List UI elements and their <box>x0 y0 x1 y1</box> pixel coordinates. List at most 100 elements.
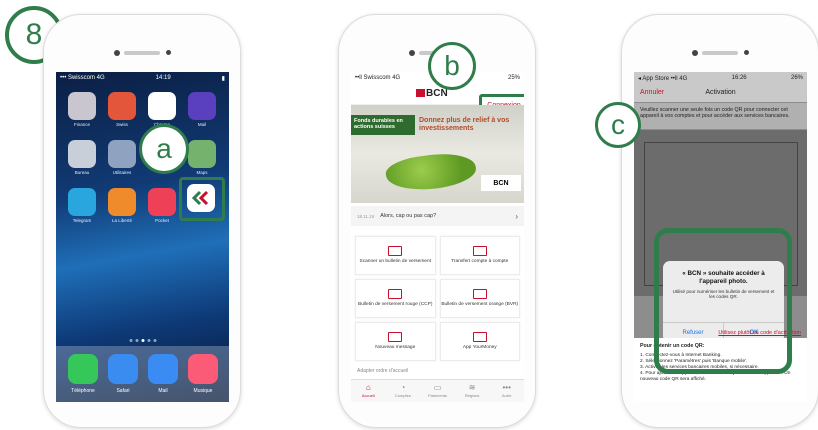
tab-comptes[interactable]: ◔ Comptes <box>386 380 421 402</box>
shortcut-label: App YourMoney <box>462 345 497 351</box>
utilities-app-icon[interactable] <box>108 140 136 168</box>
news-item[interactable]: 18.11.19 Alors, cap ou pas cap? › <box>351 206 524 226</box>
phone-home-screen: ••• Swisscom 4G 14:19 ▮ FinanceSwissChro… <box>43 14 241 428</box>
bcn-logo-mark <box>416 89 425 97</box>
shortcut-label: Nouveau message <box>375 345 416 351</box>
news-date: 18.11.19 <box>357 213 375 219</box>
shortcut-label: Bulletin de versement orange (BVR) <box>441 302 519 308</box>
phone-sensor <box>744 50 749 55</box>
status-battery: ▮ <box>221 75 225 82</box>
pocket-app-icon[interactable] <box>148 188 176 216</box>
callout-b: b <box>428 42 476 90</box>
message-icon <box>388 332 403 343</box>
tab-autre[interactable]: ••• Autre <box>489 380 524 402</box>
dock: Téléphone Safari Mail Musique <box>56 346 229 402</box>
tab-régions[interactable]: ≋ Régions <box>455 380 490 402</box>
news-app-icon[interactable] <box>108 188 136 216</box>
status-battery: 26% <box>790 75 803 81</box>
shortcut-label: Scanner un bulletin de versement <box>359 259 431 265</box>
app-label: Finance <box>73 122 90 127</box>
status-carrier: ••• Swisscom 4G <box>60 75 105 81</box>
callout-a: a <box>139 124 189 174</box>
page-dots <box>129 339 156 342</box>
switzerland-relief-image <box>384 148 478 196</box>
bcn-app-icon[interactable] <box>187 184 215 212</box>
tab-label: Régions <box>464 393 480 398</box>
scan-icon <box>388 246 403 257</box>
nav-title: Activation <box>705 89 736 96</box>
tab-label: Autre <box>501 393 512 398</box>
alert-highlight <box>654 228 792 374</box>
telegram-app-icon[interactable] <box>68 188 96 216</box>
app-label: Swiss <box>116 122 128 127</box>
banner-title: Donnez plus de relief à vos investisseme… <box>419 117 510 133</box>
phone-app-icon[interactable] <box>68 354 98 384</box>
bureau-app-icon[interactable] <box>68 140 96 168</box>
tab-bar: ⌂ Accueil ◔ Comptes ▭ Paiements ≋ Régions ••• Aut… <box>351 379 524 402</box>
app-label: Maps <box>196 170 208 175</box>
status-carrier: ••ll Swisscom 4G <box>355 75 401 81</box>
app-label: Pocket <box>155 218 169 223</box>
phone-speaker <box>702 51 738 55</box>
bcn-logo: BCN <box>416 88 448 99</box>
shortcut-label: Transfert compte à compte <box>451 259 509 265</box>
phone-camera <box>692 50 698 56</box>
regions-tab-icon: ≋ <box>468 383 476 392</box>
orange-slip-icon <box>472 289 487 300</box>
status-time: 14:19 <box>155 75 171 81</box>
accounts-tab-icon: ◔ <box>400 383 406 392</box>
promo-banner[interactable]: Fonds durables en actions suisses Donnez… <box>351 105 524 203</box>
safari-app-icon[interactable] <box>108 354 138 384</box>
shortcut-tile[interactable]: App YourMoney <box>439 322 520 361</box>
transfer-icon <box>472 246 487 257</box>
maps-app-icon[interactable] <box>188 140 216 168</box>
adapt-home-link[interactable]: Adapter ordre d'accueil <box>351 368 524 378</box>
phone-camera <box>409 50 415 56</box>
home-screen: ••• Swisscom 4G 14:19 ▮ FinanceSwissChro… <box>56 72 229 402</box>
home-tab-icon: ⌂ <box>365 383 371 392</box>
shortcut-grid: Scanner un bulletin de versement Transfer… <box>355 236 520 361</box>
dock-label: Téléphone <box>71 388 95 394</box>
tab-accueil[interactable]: ⌂ Accueil <box>351 380 386 402</box>
nav-bar: Annuler Activation <box>634 84 807 102</box>
scan-instructions: Veuillez scanner une seule fois un code … <box>634 103 807 129</box>
finance-app-icon[interactable] <box>68 92 96 120</box>
banner-tag: Fonds durables en actions suisses <box>351 115 415 135</box>
red-slip-icon <box>388 289 403 300</box>
bcn-home-screen: ••ll Swisscom 4G 25% BCN Connexion Fonds… <box>351 72 524 402</box>
callout-c: c <box>595 102 641 148</box>
tab-label: Paiements <box>428 393 447 398</box>
shortcut-tile[interactable]: Bulletin de versement rouge (CCP) <box>355 279 436 318</box>
status-carrier: ◂ App Store ••ll 4G <box>638 75 688 82</box>
shortcut-tile[interactable]: Scanner un bulletin de versement <box>355 236 436 275</box>
swiss-app-icon[interactable] <box>108 92 136 120</box>
phone-speaker <box>124 51 160 55</box>
status-bar: ••• Swisscom 4G 14:19 ▮ <box>56 72 229 84</box>
app-label: Bureau <box>74 170 90 175</box>
phone-sensor <box>166 50 171 55</box>
status-time: 16:26 <box>731 75 747 81</box>
chrome-app-icon[interactable] <box>148 92 176 120</box>
app-label: Utilitaires <box>112 170 132 175</box>
bcn-logo-icon <box>191 190 211 206</box>
tab-label: Accueil <box>361 393 375 398</box>
more-tab-icon: ••• <box>502 383 511 392</box>
music-app-icon[interactable] <box>188 354 218 384</box>
mail-dock-icon[interactable] <box>148 354 178 384</box>
mail-app-icon[interactable] <box>188 92 216 120</box>
app-label: Mail <box>197 122 207 127</box>
shortcut-tile[interactable]: Nouveau message <box>355 322 436 361</box>
tab-label: Comptes <box>394 393 411 398</box>
status-battery: 25% <box>507 75 520 81</box>
shortcut-tile[interactable]: Transfert compte à compte <box>439 236 520 275</box>
payments-tab-icon: ▭ <box>433 383 442 392</box>
shortcut-tile[interactable]: Bulletin de versement orange (BVR) <box>439 279 520 318</box>
shortcut-label: Bulletin de versement rouge (CCP) <box>358 302 433 308</box>
phone-camera <box>114 50 120 56</box>
dock-label: Mail <box>158 388 168 394</box>
tab-paiements[interactable]: ▭ Paiements <box>420 380 455 402</box>
status-bar: ◂ App Store ••ll 4G 16:26 26% <box>634 72 807 84</box>
yourmoney-icon <box>472 332 487 343</box>
app-label: Telegram <box>72 218 92 223</box>
banner-brand: BCN <box>481 175 521 191</box>
